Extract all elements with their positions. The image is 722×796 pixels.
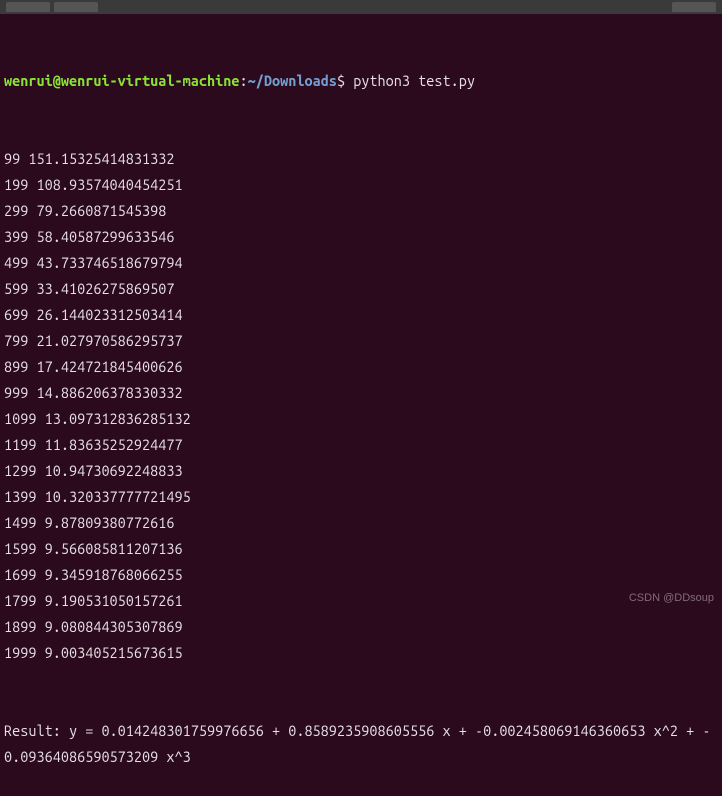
prompt-colon: : <box>239 72 247 89</box>
output-row: 1499 9.87809380772616 <box>4 510 718 536</box>
output-row: 599 33.41026275869507 <box>4 276 718 302</box>
tab-stub[interactable] <box>6 2 50 12</box>
output-row: 299 79.2660871545398 <box>4 198 718 224</box>
output-row: 1299 10.94730692248833 <box>4 458 718 484</box>
output-row: 1699 9.345918768066255 <box>4 562 718 588</box>
output-row: 1199 11.83635252924477 <box>4 432 718 458</box>
output-row: 1099 13.097312836285132 <box>4 406 718 432</box>
window-titlebar <box>0 0 722 14</box>
output-row: 799 21.027970586295737 <box>4 328 718 354</box>
output-row: 399 58.40587299633546 <box>4 224 718 250</box>
prompt-path: ~/Downloads <box>248 72 337 89</box>
output-row: 699 26.144023312503414 <box>4 302 718 328</box>
output-row: 99 151.15325414831332 <box>4 146 718 172</box>
output-row: 499 43.733746518679794 <box>4 250 718 276</box>
output-row: 899 17.424721845400626 <box>4 354 718 380</box>
output-row: 1999 9.003405215673615 <box>4 640 718 666</box>
output-row: 1399 10.320337777721495 <box>4 484 718 510</box>
output-row: 1799 9.190531050157261 <box>4 588 718 614</box>
tab-stub[interactable] <box>54 2 98 12</box>
output-row: 1899 9.080844305307869 <box>4 614 718 640</box>
prompt-line: wenrui@wenrui-virtual-machine:~/Download… <box>4 68 718 94</box>
tab-stub[interactable] <box>672 2 716 12</box>
output-row: 199 108.93574040454251 <box>4 172 718 198</box>
terminal-viewport[interactable]: wenrui@wenrui-virtual-machine:~/Download… <box>0 14 722 796</box>
output-row: 1599 9.566085811207136 <box>4 536 718 562</box>
output-block: 99 151.15325414831332199 108.93574040454… <box>4 146 718 666</box>
watermark-text: CSDN @DDsoup <box>629 585 714 611</box>
result-line: Result: y = 0.014248301759976656 + 0.858… <box>4 718 718 770</box>
output-row: 999 14.886206378330332 <box>4 380 718 406</box>
prompt-dollar: $ <box>337 72 345 89</box>
command-value: python3 test.py <box>353 72 475 89</box>
command-text: python3 test.py <box>345 72 475 89</box>
prompt-user-host: wenrui@wenrui-virtual-machine <box>4 72 239 89</box>
